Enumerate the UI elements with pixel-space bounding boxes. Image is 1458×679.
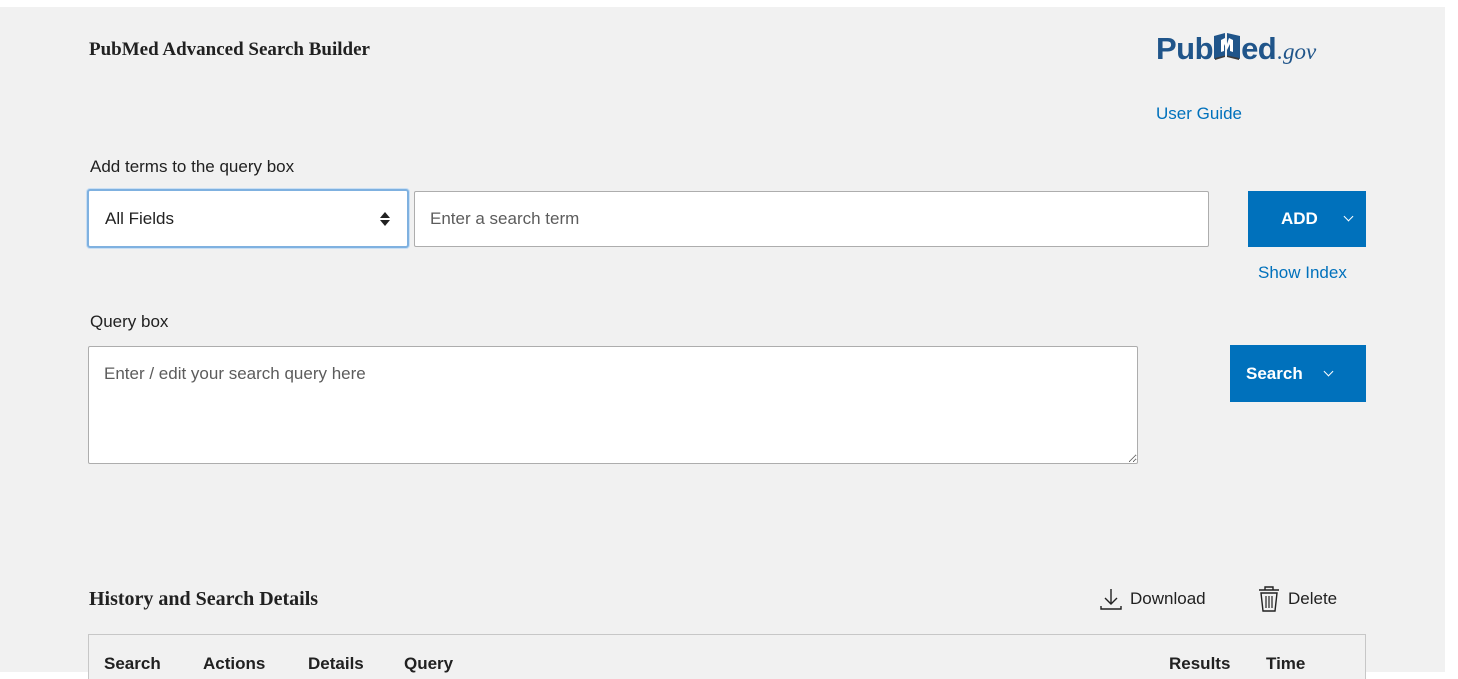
delete-label: Delete: [1288, 589, 1338, 608]
pubmed-logo[interactable]: Pub ed .gov: [1156, 29, 1376, 73]
query-box-textarea[interactable]: [88, 346, 1138, 464]
column-header-details: Details: [308, 654, 364, 673]
query-box-label: Query box: [90, 312, 169, 331]
download-button[interactable]: Download: [1098, 586, 1206, 612]
add-terms-label: Add terms to the query box: [90, 157, 295, 176]
column-header-search[interactable]: Search: [104, 654, 161, 674]
sort-arrows-icon: [379, 211, 391, 226]
open-book-icon: [1212, 32, 1242, 62]
history-table: Search Actions Details Query Results Tim…: [88, 634, 1366, 679]
column-header-actions: Actions: [203, 654, 266, 673]
history-section-title: History and Search Details: [89, 588, 319, 610]
logo-text-ed: ed: [1241, 31, 1277, 66]
show-index-link[interactable]: Show Index: [1258, 263, 1347, 283]
add-button-label: ADD: [1281, 209, 1318, 228]
chevron-down-icon: [1323, 366, 1334, 376]
column-header-query: Query: [404, 654, 454, 673]
add-button[interactable]: ADD: [1248, 191, 1366, 247]
search-term-input[interactable]: [414, 191, 1209, 247]
page-title: PubMed Advanced Search Builder: [89, 39, 370, 60]
search-button[interactable]: Search: [1230, 345, 1366, 402]
download-label: Download: [1130, 589, 1206, 608]
advanced-search-page: PubMed Advanced Search Builder Pub ed .g…: [0, 7, 1445, 679]
logo-text-gov: .gov: [1277, 39, 1317, 64]
column-header-time[interactable]: Time: [1266, 654, 1305, 674]
chevron-down-icon: [1343, 211, 1354, 222]
search-field-select[interactable]: All Fields: [87, 189, 409, 248]
logo-text-pub: Pub: [1156, 31, 1214, 66]
search-field-selected-value: All Fields: [105, 208, 174, 228]
column-header-results[interactable]: Results: [1169, 654, 1230, 674]
search-button-label: Search: [1246, 363, 1303, 383]
download-icon: [1100, 589, 1122, 610]
trash-icon: [1259, 586, 1279, 612]
delete-button[interactable]: Delete: [1256, 585, 1337, 613]
user-guide-link[interactable]: User Guide: [1156, 104, 1242, 124]
